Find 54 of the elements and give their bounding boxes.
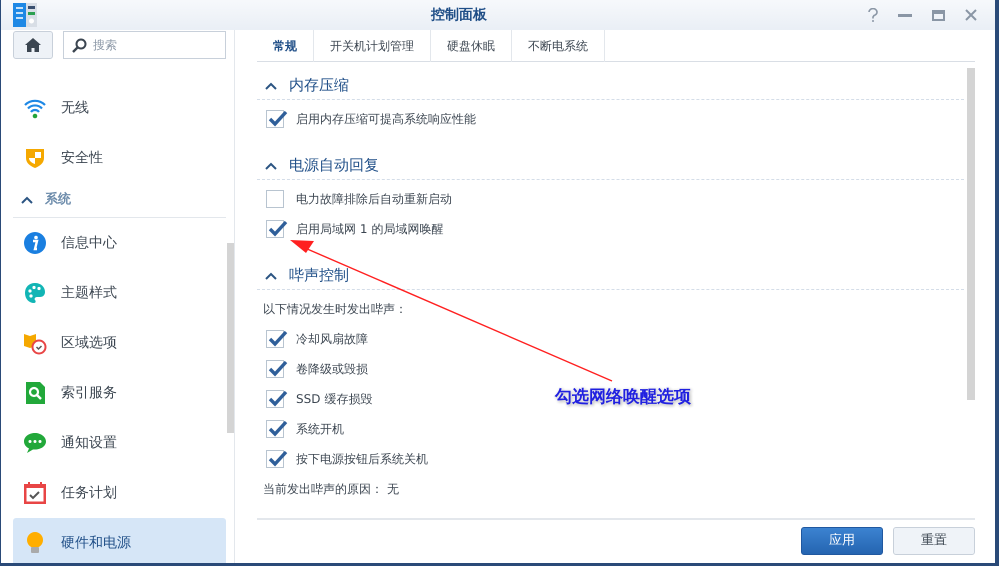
checkbox-label: 冷却风扇故障	[296, 331, 368, 348]
checkbox-label: 启用局域网 1 的局域网唤醒	[296, 221, 444, 238]
info-icon	[23, 231, 47, 255]
search-icon	[72, 38, 87, 53]
help-icon[interactable]	[868, 8, 878, 22]
chevron-icon[interactable]	[265, 272, 277, 280]
tab[interactable]: 开关机计划管理	[314, 30, 431, 62]
sidebar-item[interactable]: 索引服务	[13, 368, 226, 418]
sidebar-item[interactable]: 无线	[13, 83, 226, 133]
chevron-icon[interactable]	[265, 162, 277, 170]
home-button[interactable]	[13, 31, 53, 59]
sidebar-item[interactable]: 安全性	[13, 133, 226, 183]
document-search-icon	[23, 381, 47, 405]
apply-button[interactable]: 应用	[801, 526, 883, 554]
checkbox-label: 电力故障排除后自动重新启动	[296, 191, 452, 208]
scrollbar[interactable]	[227, 243, 234, 433]
checkbox-label: 按下电源按钮后系统关机	[296, 451, 428, 468]
close-icon[interactable]	[965, 9, 977, 21]
chevron-icon[interactable]	[21, 196, 33, 204]
chat-icon	[23, 431, 47, 455]
sidebar-item[interactable]: 任务计划	[13, 468, 226, 518]
tab[interactable]: 常规	[257, 30, 314, 62]
map-clock-icon	[23, 331, 47, 355]
section-title: 电源自动回复	[289, 155, 379, 176]
section-header: 系统	[45, 190, 71, 210]
annotation-label: 勾选网络唤醒选项	[555, 386, 691, 409]
maximize-icon[interactable]	[932, 10, 945, 20]
description-text: 当前发出哔声的原因： 无	[263, 481, 399, 498]
checkbox[interactable]	[266, 190, 284, 208]
minimize-icon[interactable]	[898, 14, 912, 16]
checkbox-label: SSD 缓存损毁	[296, 391, 372, 408]
search-field[interactable]: 搜索	[63, 31, 226, 59]
sidebar-item[interactable]: 区域选项	[13, 318, 226, 368]
description-text: 以下情况发生时发出哔声：	[263, 301, 407, 318]
window-title: 控制面板	[431, 6, 487, 24]
checkbox-label: 卷降级或毁损	[296, 361, 368, 378]
reset-button[interactable]: 重置	[893, 526, 975, 554]
scrollbar[interactable]	[967, 68, 975, 400]
chevron-icon[interactable]	[265, 82, 277, 90]
app-icon	[13, 3, 37, 27]
home-icon	[25, 38, 41, 52]
section-title: 内存压缩	[289, 75, 349, 96]
shield-icon	[23, 146, 47, 170]
checkbox-label: 启用内存压缩可提高系统响应性能	[296, 111, 476, 128]
sidebar-item[interactable]: 通知设置	[13, 418, 226, 468]
tab[interactable]: 硬盘休眠	[431, 30, 512, 62]
palette-icon	[23, 281, 47, 305]
sidebar-item[interactable]: 硬件和电源	[13, 518, 226, 563]
tab[interactable]: 不断电系统	[512, 30, 605, 62]
sidebar-item[interactable]: 信息中心	[13, 218, 226, 268]
sidebar-item[interactable]: 主题样式	[13, 268, 226, 318]
checkbox-label: 系统开机	[296, 421, 344, 438]
section-title: 哔声控制	[289, 265, 349, 286]
calendar-icon	[23, 481, 47, 505]
